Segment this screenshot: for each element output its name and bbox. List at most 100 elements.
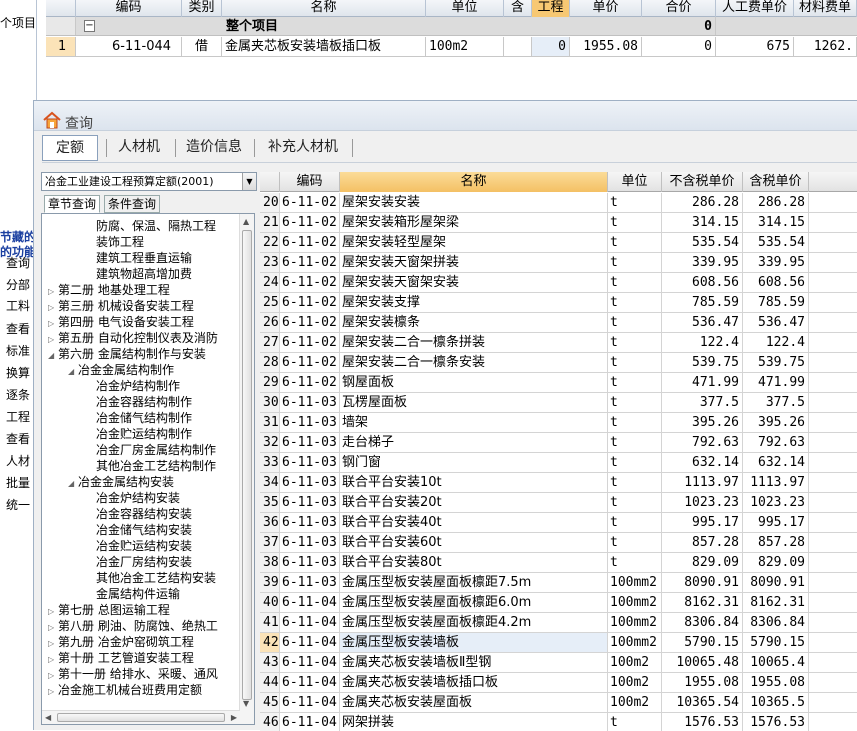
quota-row[interactable]: 43 6-11-04 金属夹芯板安装墙板Ⅱ型钢 100m2 10065.48 10065.… [260,653,857,673]
background-header-cell[interactable]: 工程 [532,0,570,17]
quota-row[interactable]: 36 6-11-03 联合平台安装40t t 995.17 995.17 [260,513,857,533]
quota-row[interactable]: 31 6-11-03 墙架 t 395.26 395.26 [260,413,857,433]
tree-item[interactable]: ▷ 第十一册 给排水、采暖、通风 [48,666,218,682]
scroll-down-icon[interactable]: ▼ [243,699,249,708]
tree-item[interactable]: 冶金贮运结构制作 [86,426,192,442]
left-menu-item[interactable]: 分部 [6,276,30,296]
left-menu-item[interactable]: 查看 [6,430,30,450]
quota-row[interactable]: 46 6-11-04 网架拼装 t 1576.53 1576.53 [260,713,857,731]
tree-item[interactable]: 装饰工程 [86,234,144,250]
tree-item[interactable]: ▷ 第十册 工艺管道安装工程 [48,650,194,666]
header-price-incl-tax[interactable]: 含税单价 [743,172,809,192]
left-menu-item[interactable]: 工程 [6,408,30,428]
tree-item[interactable]: 建筑物超高增加费 [86,266,192,282]
header-name[interactable]: 名称 [340,172,608,192]
tab-labor-material-machine[interactable]: 人材机 [110,135,168,161]
background-header-cell[interactable]: 单位 [426,0,504,17]
estimate-row[interactable]: 1 6-11-044 借 金属夹芯板安装墙板插口板 100m2 0 1955.0… [46,37,857,57]
quota-row[interactable]: 39 6-11-03 金属压型板安装屋面板檩距7.5m 100mm2 8090.91 80… [260,573,857,593]
background-header-cell[interactable]: 含 [504,0,532,17]
scroll-up-icon[interactable]: ▲ [243,217,249,226]
collapse-icon[interactable]: − [84,20,95,32]
header-price-excl-tax[interactable]: 不含税单价 [662,172,743,192]
quota-row[interactable]: 29 6-11-02 钢屋面板 t 471.99 471.99 [260,373,857,393]
tree-item[interactable]: 建筑工程垂直运输 [86,250,192,266]
header-code[interactable]: 编码 [280,172,340,192]
quota-row[interactable]: 38 6-11-03 联合平台安装80t t 829.09 829.09 [260,553,857,573]
quota-row[interactable]: 23 6-11-02 屋架安装天窗架拼装 t 339.95 339.95 [260,253,857,273]
tree-item[interactable]: 冶金储气结构安装 [86,522,192,538]
tree-item[interactable]: 冶金容器结构制作 [86,394,192,410]
row-qty[interactable]: 0 [532,37,570,56]
tab-quota[interactable]: 定额 [42,135,98,161]
tree-item[interactable]: 冶金储气结构制作 [86,410,192,426]
tree-item[interactable]: ▷ 第二册 地基处理工程 [48,282,170,298]
expand-icon[interactable]: ▷ [48,684,58,700]
tree-scroll-thumb[interactable] [242,230,252,700]
background-header-cell[interactable]: 人工费单价 [716,0,794,17]
collapse-icon[interactable]: ◢ [68,476,78,492]
quota-row[interactable]: 30 6-11-03 瓦楞屋面板 t 377.5 377.5 [260,393,857,413]
quota-row[interactable]: 45 6-11-04 金属夹芯板安装屋面板 100m2 10365.54 10365.5 [260,693,857,713]
scroll-right-icon[interactable]: ▶ [231,713,237,722]
tree-item[interactable]: ◢ 冶金金属结构制作 [68,362,174,378]
quota-row[interactable]: 22 6-11-02 屋架安装轻型屋架 t 535.54 535.54 [260,233,857,253]
left-menu-item[interactable]: 批量 [6,474,30,494]
background-header-cell[interactable]: 合价 [642,0,716,17]
tree-item[interactable]: 冶金炉结构安装 [86,490,180,506]
collapse-icon[interactable]: ◢ [48,348,58,364]
quota-row[interactable]: 28 6-11-02 屋架安装二合一檩条安装 t 539.75 539.75 [260,353,857,373]
subtab-chapter-query[interactable]: 章节查询 [44,195,101,213]
background-header-cell[interactable]: 类别 [182,0,222,17]
chevron-down-icon[interactable]: ▼ [242,173,256,190]
left-menu-item[interactable]: 查看 [6,320,30,340]
tree-item[interactable]: 其他冶金工艺结构制作 [86,458,216,474]
tree-item[interactable]: 冶金厂房结构安装 [86,554,192,570]
quota-row[interactable]: 21 6-11-02 屋架安装箱形屋架梁 t 314.15 314.15 [260,213,857,233]
quota-row[interactable]: 34 6-11-03 联合平台安装10t t 1113.97 1113.97 [260,473,857,493]
quota-row[interactable]: 26 6-11-02 屋架安装檩条 t 536.47 536.47 [260,313,857,333]
tree-item[interactable]: 冶金容器结构安装 [86,506,192,522]
quota-row[interactable]: 37 6-11-03 联合平台安装60t t 857.28 857.28 [260,533,857,553]
tree-item[interactable]: ▷ 第九册 冶金炉窑砌筑工程 [48,634,194,650]
quota-row[interactable]: 35 6-11-03 联合平台安装20t t 1023.23 1023.23 [260,493,857,513]
tree-item[interactable]: 防腐、保温、隔热工程 [86,218,216,234]
left-menu-item[interactable]: 标准 [6,342,30,362]
tree-item[interactable]: ◢ 第六册 金属结构制作与安装 [48,346,206,362]
tree-item[interactable]: ◢ 冶金金属结构安装 [68,474,174,490]
tree-item[interactable]: 其他冶金工艺结构安装 [86,570,216,586]
tree-item[interactable]: ▷ 第四册 电气设备安装工程 [48,314,194,330]
background-header-cell[interactable]: 单价 [570,0,642,17]
tree-item[interactable]: ▷ 第五册 自动化控制仪表及消防 [48,330,218,346]
background-header-cell[interactable]: 编码 [76,0,182,17]
quota-row[interactable]: 41 6-11-04 金属压型板安装屋面板檩距4.2m 100mm2 8306.84 83… [260,613,857,633]
quota-row[interactable]: 24 6-11-02 屋架安装天窗架安装 t 608.56 608.56 [260,273,857,293]
quota-row[interactable]: 33 6-11-03 钢门窗 t 632.14 632.14 [260,453,857,473]
left-menu-item[interactable]: 换算 [6,364,30,384]
left-menu-item[interactable]: 统一 [6,496,30,516]
background-header-cell[interactable]: 名称 [222,0,426,17]
tree-item[interactable]: ▷ 第七册 总图运输工程 [48,602,170,618]
tree-item[interactable]: 冶金炉结构制作 [86,378,180,394]
quota-library-select[interactable]: 冶金工业建设工程预算定额(2001) ▼ [41,172,257,191]
quota-row[interactable]: 40 6-11-04 金属压型板安装屋面板檩距6.0m 100mm2 8162.31 81… [260,593,857,613]
collapse-icon[interactable]: ◢ [68,364,78,380]
quota-row[interactable]: 32 6-11-03 走台梯子 t 792.63 792.63 [260,433,857,453]
quota-row[interactable]: 42 6-11-04 金属压型板安装墙板 100mm2 5790.15 5790.15 [260,633,857,653]
tree-vertical-scrollbar[interactable]: ▲ ▼ [239,214,254,724]
scroll-left-icon[interactable]: ◀ [45,713,51,722]
background-header-cell[interactable]: 材料费单 [794,0,857,17]
tree-horizontal-scrollbar[interactable]: ◀ ▶ [42,710,240,724]
group-row[interactable]: − 整个项目 0 [46,17,857,36]
quota-row[interactable]: 44 6-11-04 金属夹芯板安装墙板插口板 100m2 1955.08 1955.08 [260,673,857,693]
tree-item[interactable]: 冶金厂房金属结构制作 [86,442,216,458]
quota-row[interactable]: 20 6-11-02 屋架安装安装 t 286.28 286.28 [260,193,857,213]
left-menu-item[interactable]: 工料 [6,297,30,317]
left-menu-item[interactable]: 人材 [6,452,30,472]
tree-item[interactable]: 金属结构件运输 [86,586,180,602]
left-menu-item[interactable]: 查询 [6,254,30,274]
quota-row[interactable]: 27 6-11-02 屋架安装二合一檩条拼装 t 122.4 122.4 [260,333,857,353]
tree-hscroll-thumb[interactable] [57,713,225,722]
tab-price-info[interactable]: 造价信息 [179,135,249,161]
left-menu-item[interactable]: 逐条 [6,386,30,406]
